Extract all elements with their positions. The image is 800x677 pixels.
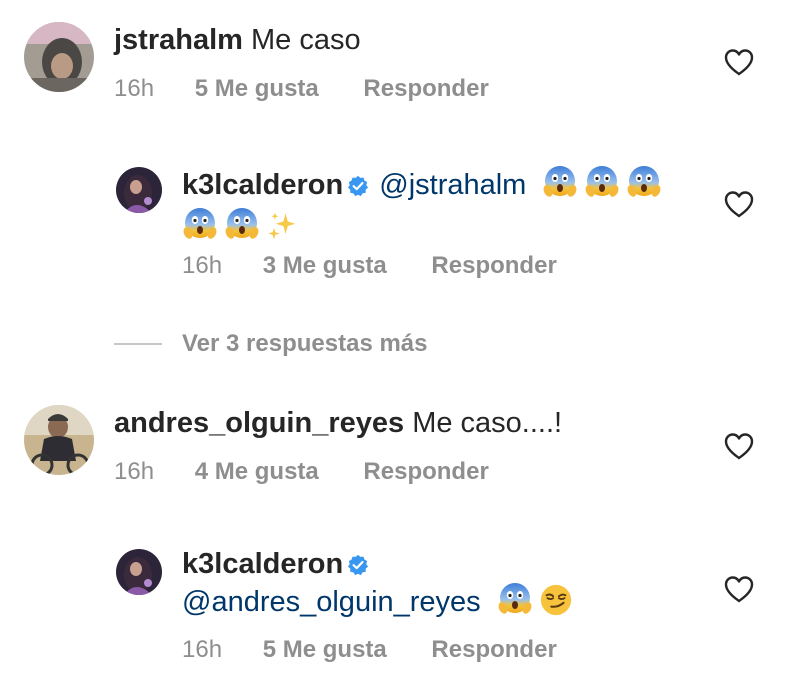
likes-count[interactable]: 5 Me gusta [263, 636, 387, 664]
username[interactable]: andres_olguin_reyes [114, 407, 404, 439]
mention-link[interactable]: @andres_olguin_reyes [182, 586, 481, 618]
likes-count[interactable]: 3 Me gusta [263, 252, 387, 280]
username[interactable]: k3lcalderon [182, 548, 343, 580]
likes-count[interactable]: 4 Me gusta [195, 458, 319, 486]
avatar[interactable] [116, 549, 162, 595]
heart-icon[interactable] [724, 575, 754, 603]
heart-icon[interactable] [724, 190, 754, 218]
heart-icon[interactable] [724, 48, 754, 76]
face-screaming-in-fear-icon [542, 164, 578, 200]
comment-body: Me caso....! [412, 407, 563, 439]
divider-line [114, 343, 162, 345]
avatar[interactable] [116, 167, 162, 213]
comment-meta: 16h 5 Me gusta Responder [114, 75, 489, 103]
view-more-replies-button[interactable]: Ver 3 respuestas más [114, 328, 428, 360]
mention-link[interactable]: @jstrahalm [379, 169, 526, 201]
comment-text-line: andres_olguin_reyes Me caso....! [114, 406, 562, 440]
face-screaming-in-fear-icon [182, 206, 218, 242]
likes-count[interactable]: 5 Me gusta [195, 75, 319, 103]
reply-button[interactable]: Responder [363, 75, 488, 103]
smirking-face-icon [539, 583, 573, 617]
avatar[interactable] [24, 22, 94, 92]
reply-button[interactable]: Responder [431, 252, 556, 280]
face-screaming-in-fear-icon [224, 206, 260, 242]
timestamp[interactable]: 16h [182, 252, 222, 280]
reply-button[interactable]: Responder [431, 636, 556, 664]
comment-text-line: jstrahalm Me caso [114, 23, 361, 57]
heart-icon[interactable] [724, 432, 754, 460]
face-screaming-in-fear-icon [497, 581, 533, 617]
username[interactable]: k3lcalderon [182, 169, 343, 201]
comment-text-line: k3lcalderon @andres_olguin_reyes [182, 547, 702, 619]
username[interactable]: jstrahalm [114, 24, 243, 56]
face-screaming-in-fear-icon [584, 164, 620, 200]
comment-meta: 16h 4 Me gusta Responder [114, 458, 489, 486]
comment-meta: 16h 5 Me gusta Responder [182, 636, 557, 664]
timestamp[interactable]: 16h [114, 75, 154, 103]
comment-meta: 16h 3 Me gusta Responder [182, 252, 557, 280]
avatar[interactable] [24, 405, 94, 475]
timestamp[interactable]: 16h [114, 458, 154, 486]
comment-body: Me caso [251, 24, 361, 56]
comment-text-line: k3lcalderon @jstrahalm [182, 164, 702, 244]
sparkles-icon [266, 210, 298, 242]
timestamp[interactable]: 16h [182, 636, 222, 664]
reply-button[interactable]: Responder [363, 458, 488, 486]
verified-badge-icon [347, 554, 369, 576]
view-more-replies-label: Ver 3 respuestas más [182, 330, 428, 357]
verified-badge-icon [347, 175, 369, 197]
face-screaming-in-fear-icon [626, 164, 662, 200]
